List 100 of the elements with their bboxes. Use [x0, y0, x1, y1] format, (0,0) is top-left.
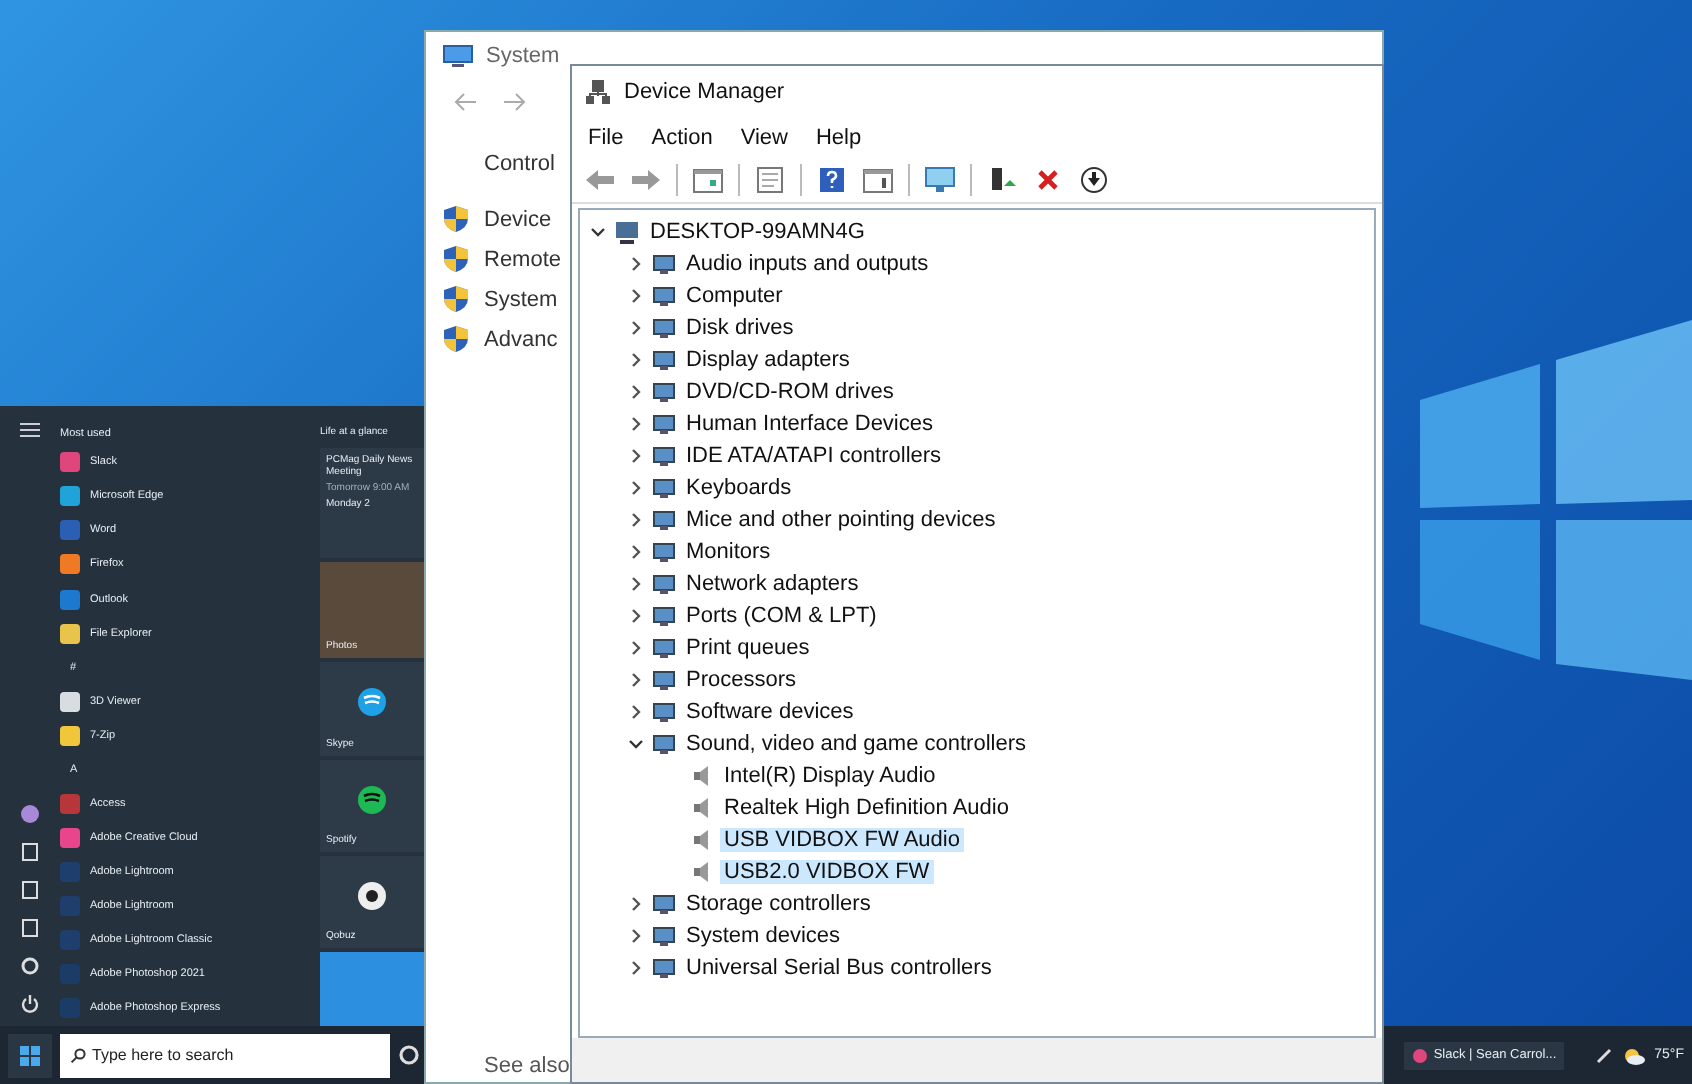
device-icon	[652, 668, 676, 692]
document-icon[interactable]	[20, 842, 40, 862]
expand-chevron-icon[interactable]	[626, 894, 646, 914]
device-icon	[652, 956, 676, 980]
settings-link[interactable]: Advanc	[484, 327, 558, 351]
device-icon	[652, 348, 676, 372]
search-icon	[70, 1047, 86, 1063]
app-tile[interactable]	[320, 951, 424, 1027]
tree-item[interactable]: Software devices	[682, 700, 858, 724]
tree-item[interactable]: Computer	[682, 284, 787, 308]
settings-link[interactable]: Device	[484, 207, 552, 231]
start-button[interactable]	[8, 1033, 52, 1077]
device-icon	[652, 572, 676, 596]
collapse-chevron-icon[interactable]	[626, 734, 646, 754]
expand-chevron-icon[interactable]	[626, 446, 646, 466]
tree-item[interactable]: Disk drives	[682, 316, 798, 340]
window-title: Device Manager	[624, 80, 785, 104]
menu-item[interactable]: File	[580, 122, 632, 154]
settings-link[interactable]: System	[484, 287, 558, 311]
tree-item[interactable]: Realtek High Definition Audio	[720, 796, 1013, 820]
device-manager-icon	[584, 78, 612, 106]
expand-chevron-icon[interactable]	[626, 638, 646, 658]
shield-icon	[442, 244, 470, 274]
expand-chevron-icon[interactable]	[626, 318, 646, 338]
settings-link[interactable]: Remote	[484, 247, 562, 271]
device-icon	[652, 284, 676, 308]
section-heading: See also	[484, 1054, 570, 1078]
power-icon[interactable]	[20, 994, 40, 1014]
speaker-icon	[690, 764, 714, 788]
device-icon	[652, 540, 676, 564]
tree-item[interactable]: DVD/CD-ROM drives	[682, 380, 898, 404]
disc-icon	[356, 879, 388, 912]
tree-item[interactable]: DESKTOP-99AMN4G	[646, 220, 869, 244]
device-icon	[652, 252, 676, 276]
tree-item[interactable]: Audio inputs and outputs	[682, 252, 933, 276]
tree-item[interactable]: Display adapters	[682, 348, 854, 372]
tree-item[interactable]: Network adapters	[682, 572, 863, 596]
expand-chevron-icon[interactable]	[626, 286, 646, 306]
tree-item[interactable]: Universal Serial Bus controllers	[682, 956, 996, 980]
device-icon	[652, 412, 676, 436]
breadcrumb-text[interactable]: Control	[484, 152, 555, 176]
monitor-icon	[442, 44, 474, 68]
tree-item[interactable]: IDE ATA/ATAPI controllers	[682, 444, 946, 468]
scan-hardware-button[interactable]	[920, 162, 960, 198]
tree-item[interactable]: USB2.0 VIDBOX FW	[720, 860, 934, 884]
circle-icon[interactable]	[398, 1044, 420, 1066]
expand-chevron-icon[interactable]	[626, 478, 646, 498]
tree-item[interactable]: Sound, video and game controllers	[682, 732, 1030, 756]
pen-icon[interactable]	[1596, 1046, 1615, 1064]
expand-chevron-icon[interactable]	[626, 350, 646, 370]
tree-item[interactable]: Processors	[682, 668, 801, 692]
weather-icon[interactable]	[1622, 1045, 1647, 1065]
menu-icon[interactable]	[20, 422, 40, 438]
device-icon	[652, 636, 676, 660]
expand-chevron-icon[interactable]	[626, 702, 646, 722]
device-icon	[652, 924, 676, 948]
tree-item[interactable]: Mice and other pointing devices	[682, 508, 1000, 532]
tree-item[interactable]: Print queues	[682, 636, 814, 660]
tree-item[interactable]: System devices	[682, 924, 845, 948]
menu-item[interactable]: Action	[643, 122, 721, 154]
menu-item[interactable]: Help	[807, 122, 870, 154]
tree-item[interactable]: Keyboards	[682, 476, 796, 500]
window-title: System	[486, 44, 560, 68]
windows-icon	[20, 1045, 40, 1065]
tree-item[interactable]: Human Interface Devices	[682, 412, 937, 436]
device-icon	[652, 732, 676, 756]
device-icon	[652, 316, 676, 340]
expand-chevron-icon[interactable]	[626, 958, 646, 978]
collapse-chevron-icon[interactable]	[588, 222, 608, 242]
expand-chevron-icon[interactable]	[626, 414, 646, 434]
shield-icon	[442, 284, 470, 314]
expand-chevron-icon[interactable]	[626, 926, 646, 946]
expand-chevron-icon[interactable]	[626, 382, 646, 402]
device-icon	[652, 892, 676, 916]
music-icon	[356, 783, 388, 816]
expand-chevron-icon[interactable]	[626, 254, 646, 274]
close-icon	[1036, 168, 1060, 192]
tree-item[interactable]: Storage controllers	[682, 892, 875, 916]
device-icon	[652, 444, 676, 468]
shield-icon	[442, 324, 470, 354]
tree-item[interactable]: USB VIDBOX FW Audio	[720, 828, 964, 852]
device-icon	[652, 476, 676, 500]
shield-icon	[442, 204, 470, 234]
search-field[interactable]: Type here to search	[60, 1033, 390, 1077]
tree-item[interactable]: Monitors	[682, 540, 775, 564]
user-icon[interactable]	[20, 804, 40, 824]
expand-chevron-icon[interactable]	[626, 574, 646, 594]
tree-item[interactable]: Intel(R) Display Audio	[720, 764, 940, 788]
expand-chevron-icon[interactable]	[626, 510, 646, 530]
expand-chevron-icon[interactable]	[626, 606, 646, 626]
expand-chevron-icon[interactable]	[626, 542, 646, 562]
expand-chevron-icon[interactable]	[626, 670, 646, 690]
device-icon	[652, 700, 676, 724]
speaker-icon	[690, 860, 714, 884]
menu-item[interactable]: View	[732, 122, 796, 154]
device-icon	[652, 380, 676, 404]
speaker-icon	[690, 796, 714, 820]
tree-item[interactable]: Ports (COM & LPT)	[682, 604, 881, 628]
speaker-icon	[690, 828, 714, 852]
device-icon	[652, 604, 676, 628]
